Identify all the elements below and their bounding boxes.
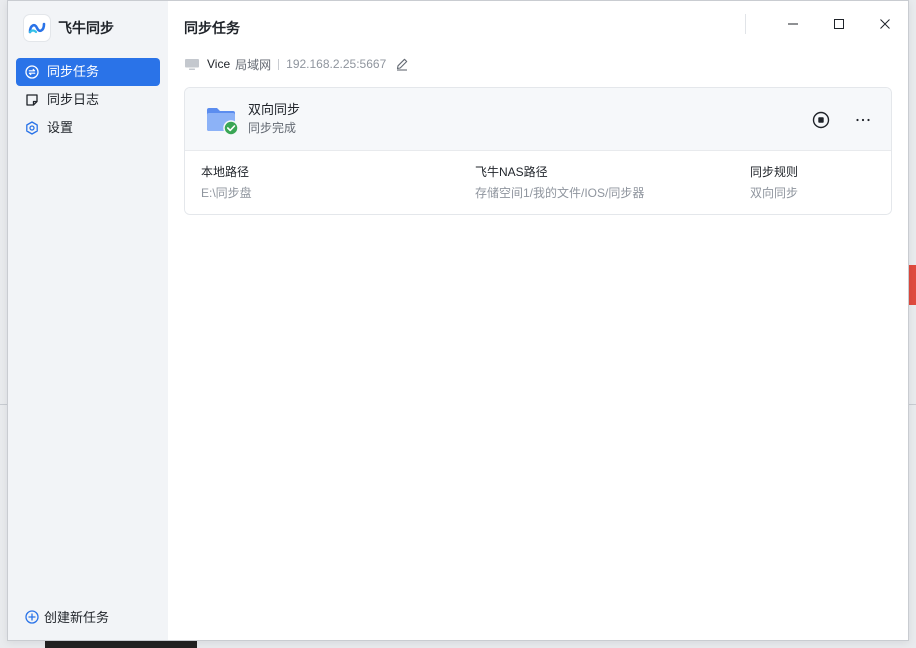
background-divider (908, 404, 916, 405)
nas-path-column: 飞牛NAS路径 存储空间1/我的文件/IOS/同步器 (475, 163, 750, 214)
task-status: 同步完成 (248, 121, 297, 135)
local-path-column: 本地路径 E:\同步盘 (201, 163, 475, 214)
close-button[interactable] (862, 1, 908, 47)
main-content: 同步任务 Vice 局域网 192.168.2.25:5667 双向同步 同步完… (168, 1, 908, 640)
stop-circle-icon (812, 111, 830, 128)
device-divider (278, 58, 280, 70)
brand: 飞牛同步 (8, 1, 168, 55)
sidebar-item-label: 同步任务 (47, 64, 100, 79)
local-path-value: E:\同步盘 (201, 186, 252, 200)
sidebar-nav: 同步任务 同步日志 设置 (8, 55, 168, 142)
create-task-button[interactable]: 创建新任务 (25, 607, 109, 626)
task-actions (791, 88, 875, 151)
window-controls (745, 1, 908, 47)
task-name: 双向同步 (248, 102, 301, 117)
close-icon (880, 19, 890, 29)
task-card-header: 双向同步 同步完成 (185, 88, 891, 151)
sidebar-item-label: 设置 (47, 120, 74, 135)
task-info: 双向同步 同步完成 (248, 101, 300, 137)
column-label: 本地路径 (201, 165, 250, 179)
page-title: 同步任务 (184, 20, 240, 36)
window-controls-divider (745, 14, 746, 34)
app-name: 飞牛同步 (58, 20, 114, 36)
plus-circle-icon (25, 609, 39, 624)
column-label: 同步规则 (750, 165, 799, 179)
sync-circle-icon (25, 65, 39, 79)
background-window-red-edge (908, 265, 916, 305)
more-options-button[interactable] (851, 108, 875, 132)
monitor-icon (184, 57, 200, 71)
task-details: 本地路径 E:\同步盘 飞牛NAS路径 存储空间1/我的文件/IOS/同步器 同… (185, 151, 891, 214)
sidebar: 飞牛同步 同步任务 同步日志 设置 创建新任务 (8, 1, 168, 640)
more-horizontal-icon (856, 118, 870, 121)
sidebar-item-sync-log[interactable]: 同步日志 (16, 86, 160, 114)
nas-path-value: 存储空间1/我的文件/IOS/同步器 (475, 186, 645, 200)
sidebar-item-settings[interactable]: 设置 (16, 114, 160, 142)
gear-icon (25, 121, 39, 135)
device-address: 192.168.2.25:5667 (286, 57, 387, 71)
device-network: 局域网 (235, 57, 272, 72)
app-logo-icon (24, 15, 50, 41)
app-window: 飞牛同步 同步任务 同步日志 设置 创建新任务 同步任务 Vice 局域网 19… (7, 0, 909, 641)
stop-task-button[interactable] (809, 108, 833, 132)
sidebar-item-sync-tasks[interactable]: 同步任务 (16, 58, 160, 86)
log-note-icon (25, 93, 39, 107)
maximize-icon (834, 19, 844, 29)
device-info: Vice 局域网 192.168.2.25:5667 (184, 53, 892, 75)
minimize-icon (788, 23, 798, 25)
minimize-button[interactable] (770, 1, 816, 47)
sidebar-item-label: 同步日志 (47, 92, 100, 107)
sync-rule-value: 双向同步 (750, 186, 799, 200)
sync-rule-column: 同步规则 双向同步 (750, 163, 870, 214)
column-label: 飞牛NAS路径 (475, 165, 548, 179)
create-task-label: 创建新任务 (44, 610, 110, 625)
device-name: Vice (207, 57, 231, 71)
edit-icon[interactable] (395, 57, 409, 71)
task-card[interactable]: 双向同步 同步完成 本地路径 E:\同步盘 飞牛NAS路径 存储空间1/我的文件… (184, 87, 892, 215)
maximize-button[interactable] (816, 1, 862, 47)
folder-synced-icon (205, 102, 239, 136)
